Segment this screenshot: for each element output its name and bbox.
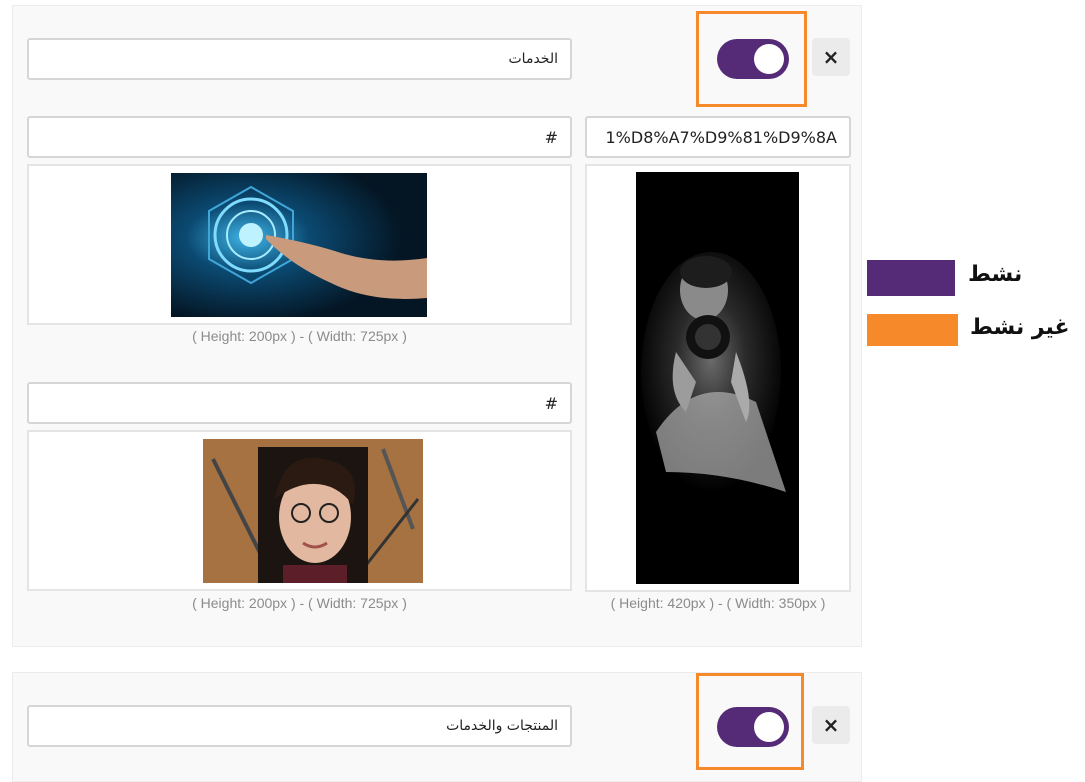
photographer-image	[636, 172, 799, 584]
digital-touch-image	[171, 173, 427, 317]
legend-inactive-swatch	[867, 314, 958, 346]
toggle-highlight-frame-2	[696, 673, 804, 770]
toggle-knob	[754, 44, 784, 74]
slider-item-panel-2: × المنتجات والخدمات	[12, 672, 862, 782]
legend-inactive-label: غير نشط	[970, 315, 1070, 340]
top-link-input[interactable]: #	[27, 116, 572, 158]
status-toggle[interactable]	[717, 39, 789, 79]
delete-button[interactable]: ×	[812, 38, 850, 76]
legend-active-label: نشط	[968, 262, 1023, 287]
status-toggle-2[interactable]	[717, 707, 789, 747]
main-link-value: 1%D8%A7%D9%81%D9%8A	[605, 127, 837, 147]
bottom-image-box[interactable]	[27, 430, 572, 591]
title-input[interactable]: الخدمات	[27, 38, 572, 80]
top-image-box[interactable]	[27, 164, 572, 325]
main-image-caption: ( Height: 420px ) - ( Width: 350px )	[610, 595, 826, 611]
legend-active-swatch	[867, 260, 955, 296]
bottom-link-input[interactable]: #	[27, 382, 572, 424]
bottom-image-caption: ( Height: 200px ) - ( Width: 725px )	[192, 595, 407, 611]
title-input-2[interactable]: المنتجات والخدمات	[27, 705, 572, 747]
main-image-box[interactable]	[585, 164, 851, 592]
delete-button-2[interactable]: ×	[812, 706, 850, 744]
main-link-input[interactable]: 1%D8%A7%D9%81%D9%8A	[585, 116, 851, 158]
top-image-caption: ( Height: 200px ) - ( Width: 725px )	[192, 328, 407, 344]
close-icon: ×	[822, 713, 840, 737]
slider-item-panel: × الخدمات 1%D8%A7%D9%81%D9%8A # (Height…	[12, 5, 862, 647]
toggle-highlight-frame	[696, 11, 807, 107]
toggle-knob	[754, 712, 784, 742]
close-icon: ×	[822, 45, 840, 69]
portrait-drawing-image	[203, 439, 423, 583]
